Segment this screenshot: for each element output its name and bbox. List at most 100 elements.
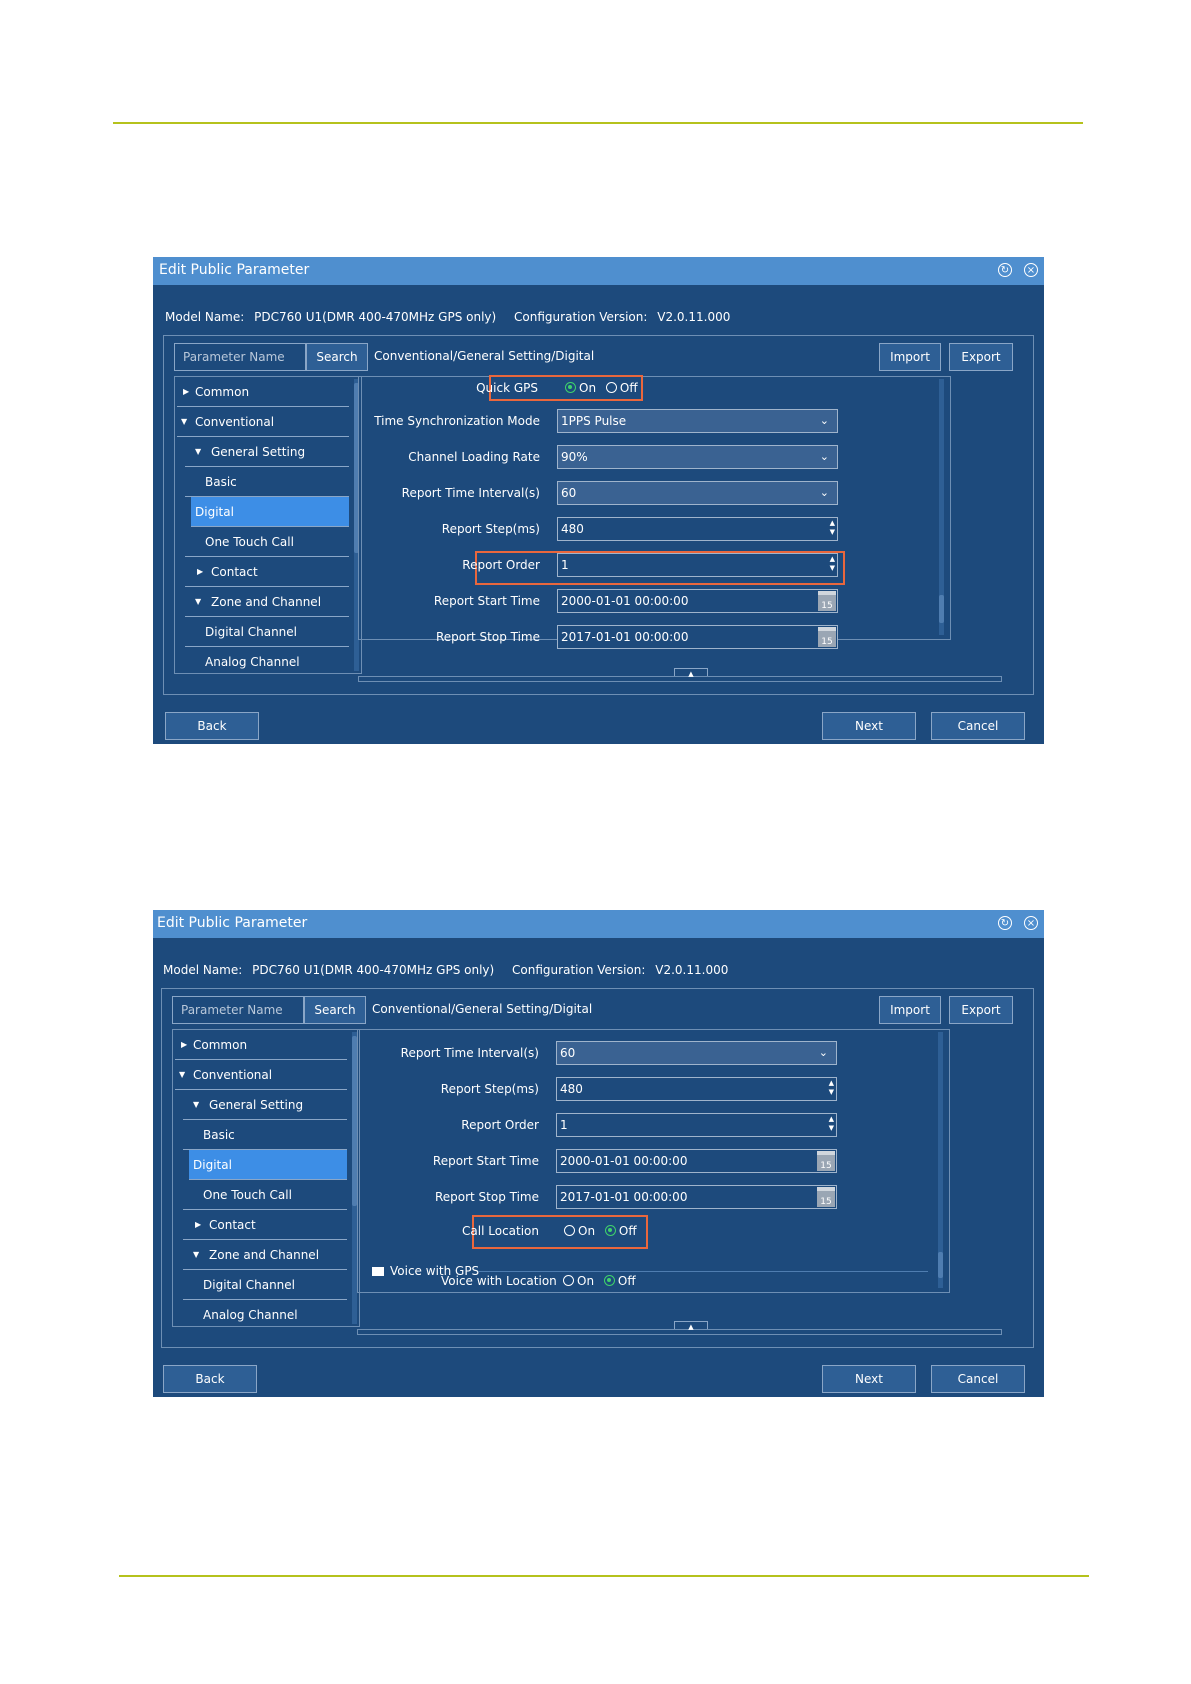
close-icon[interactable]: × — [1024, 263, 1038, 277]
report-step-stepper[interactable]: 480 ▲ ▼ — [557, 517, 838, 541]
title-bar: Edit Public Parameter ↻ × — [153, 910, 1044, 938]
report-start-input[interactable]: 2000-01-01 00:00:00 15 — [556, 1149, 837, 1173]
nav-item-basic[interactable]: Basic — [183, 1120, 347, 1150]
report-interval-dropdown[interactable]: 60 ⌄ — [557, 481, 838, 505]
report-stop-input[interactable]: 2017-01-01 00:00:00 15 — [557, 625, 838, 649]
report-order-stepper[interactable]: 1 ▲ ▼ — [556, 1113, 837, 1137]
horizontal-scrollbar[interactable] — [358, 676, 1002, 682]
back-button[interactable]: Back — [163, 1365, 257, 1393]
nav-item-contact[interactable]: ▶ Contact — [185, 557, 349, 587]
radio-on-icon — [565, 382, 576, 393]
import-button[interactable]: Import — [879, 996, 941, 1024]
window-title: Edit Public Parameter — [159, 262, 310, 278]
model-value: PDC760 U1(DMR 400-470MHz GPS only) — [254, 310, 497, 324]
export-button[interactable]: Export — [949, 996, 1013, 1024]
spinner-icon[interactable]: ▲ ▼ — [830, 519, 835, 537]
export-button[interactable]: Export — [949, 343, 1013, 371]
nav-item-basic[interactable]: Basic — [185, 467, 349, 497]
report-interval-label: Report Time Interval(s) — [401, 486, 540, 500]
calendar-icon[interactable]: 15 — [818, 591, 836, 611]
restore-icon[interactable]: ↻ — [998, 263, 1012, 277]
quick-gps-radios: On Off — [565, 381, 638, 395]
horizontal-scrollbar[interactable] — [357, 1329, 1002, 1335]
nav-item-conventional[interactable]: ▼ Conventional — [177, 407, 349, 437]
nav-item-digital-channel[interactable]: Digital Channel — [185, 617, 349, 647]
content-scrollbar[interactable] — [938, 1032, 943, 1288]
import-button[interactable]: Import — [879, 343, 941, 371]
report-stop-input[interactable]: 2017-01-01 00:00:00 15 — [556, 1185, 837, 1209]
nav-item-zone-and-channel[interactable]: ▼ Zone and Channel — [185, 587, 349, 617]
report-interval-dropdown[interactable]: 60 ⌄ — [556, 1041, 837, 1065]
call-location-label: Call Location — [462, 1224, 539, 1238]
spinner-icon[interactable]: ▲ ▼ — [829, 1079, 834, 1097]
report-start-label: Report Start Time — [433, 594, 540, 608]
search-input[interactable]: Parameter Name — [174, 343, 306, 371]
quick-gps-on[interactable]: On — [565, 381, 596, 395]
radio-on-icon — [603, 1275, 615, 1286]
nav-item-general-setting[interactable]: ▼ General Setting — [185, 437, 349, 467]
report-order-label: Report Order — [462, 558, 540, 572]
calendar-icon[interactable]: 15 — [817, 1151, 835, 1171]
config-value: V2.0.11.000 — [655, 963, 729, 977]
search-input[interactable]: Parameter Name — [172, 996, 304, 1024]
voice-location-label-visible: Voice with Location — [441, 1274, 557, 1288]
nav-item-one-touch-call[interactable]: One Touch Call — [183, 1180, 347, 1210]
report-interval-label: Report Time Interval(s) — [400, 1046, 539, 1060]
quick-gps-off[interactable]: Off — [605, 381, 638, 395]
call-location-off[interactable]: Off — [604, 1224, 637, 1238]
title-bar: Edit Public Parameter ↻ × — [153, 257, 1044, 285]
dialog-window-2: Edit Public Parameter ↻ × Model Name: PD… — [153, 910, 1044, 1397]
channel-rate-dropdown[interactable]: 90% ⌄ — [557, 445, 838, 469]
nav-tree: ▶ Common ▼ Conventional ▼ General Setting B… — [174, 376, 362, 674]
nav-item-digital[interactable]: Digital — [189, 1150, 347, 1180]
report-step-stepper[interactable]: 480 ▲ ▼ — [556, 1077, 837, 1101]
report-order-stepper[interactable]: 1 ▲ ▼ — [557, 553, 838, 577]
spinner-icon[interactable]: ▲ ▼ — [830, 555, 835, 573]
report-start-input[interactable]: 2000-01-01 00:00:00 15 — [557, 589, 838, 613]
nav-item-analog-channel[interactable]: Analog Channel — [183, 1300, 347, 1326]
voice-location-radios: On Off — [563, 1274, 636, 1288]
content-scrollbar[interactable] — [939, 379, 944, 635]
content-area: Report Time Interval(s) 60 ⌄ Report Step(… — [357, 1029, 950, 1293]
quick-gps-label: Quick GPS — [476, 381, 538, 395]
nav-item-digital[interactable]: Digital — [191, 497, 349, 527]
call-location-on[interactable]: On — [564, 1224, 595, 1238]
nav-item-analog-channel[interactable]: Analog Channel — [185, 647, 349, 673]
time-sync-dropdown[interactable]: 1PPS Pulse ⌄ — [557, 409, 838, 433]
calendar-icon[interactable]: 15 — [817, 1187, 835, 1207]
nav-item-general-setting[interactable]: ▼ General Setting — [183, 1090, 347, 1120]
content-area: Quick GPS On Off Time Synchronization Mo… — [358, 375, 951, 649]
spinner-icon[interactable]: ▲ ▼ — [829, 1115, 834, 1133]
nav-item-conventional[interactable]: ▼ Conventional — [175, 1060, 347, 1090]
nav-item-digital-channel[interactable]: Digital Channel — [183, 1270, 347, 1300]
restore-icon[interactable]: ↻ — [998, 916, 1012, 930]
nav-item-common[interactable]: ▶ Common — [175, 1030, 347, 1060]
nav-item-one-touch-call[interactable]: One Touch Call — [185, 527, 349, 557]
back-button[interactable]: Back — [165, 712, 259, 740]
next-button[interactable]: Next — [822, 1365, 916, 1393]
main-panel: Parameter Name Search Conventional/Gener… — [161, 988, 1034, 1348]
top-rule — [113, 122, 1083, 124]
cancel-button[interactable]: Cancel — [931, 712, 1025, 740]
collapse-tab[interactable]: ▲ — [674, 1321, 708, 1331]
nav-item-common[interactable]: ▶ Common — [177, 377, 349, 407]
window-title: Edit Public Parameter — [157, 915, 308, 931]
nav-item-zone-and-channel[interactable]: ▼ Zone and Channel — [183, 1240, 347, 1270]
close-icon[interactable]: × — [1024, 916, 1038, 930]
search-button[interactable]: Search — [306, 343, 368, 371]
chevron-down-icon: ⌄ — [819, 450, 829, 463]
calendar-icon[interactable]: 15 — [818, 627, 836, 647]
breadcrumb: Conventional/General Setting/Digital — [374, 349, 595, 363]
report-stop-label: Report Stop Time — [435, 630, 540, 644]
nav-item-contact[interactable]: ▶ Contact — [183, 1210, 347, 1240]
search-button[interactable]: Search — [304, 996, 366, 1024]
collapse-tab[interactable]: ▲ — [674, 668, 708, 678]
voice-location-off[interactable]: Off — [603, 1274, 636, 1288]
config-label: Configuration Version: — [512, 963, 646, 977]
chevron-down-icon: ⌄ — [819, 486, 829, 499]
radio-off-icon — [564, 1225, 575, 1236]
voice-location-on[interactable]: On — [563, 1274, 594, 1288]
next-button[interactable]: Next — [822, 712, 916, 740]
cancel-button[interactable]: Cancel — [931, 1365, 1025, 1393]
report-stop-label: Report Stop Time — [434, 1190, 539, 1204]
